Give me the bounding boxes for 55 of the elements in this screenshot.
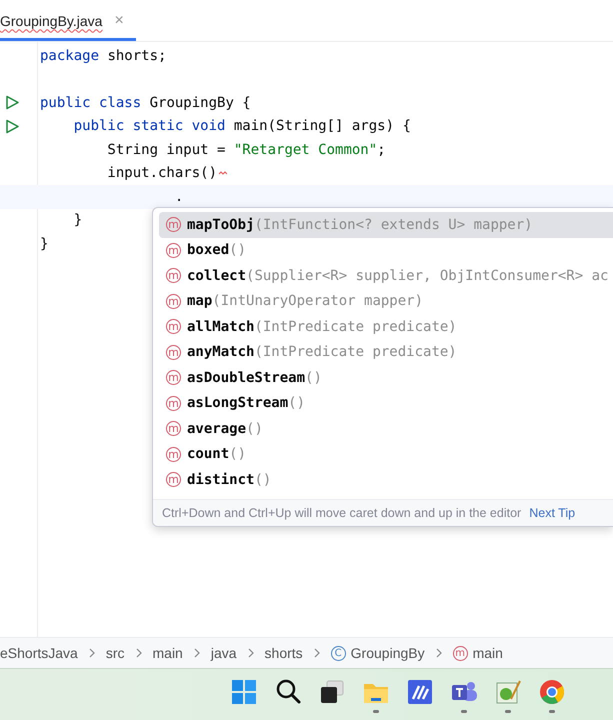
completion-item[interactable]: m mapToObj(IntFunction<? extends U> mapper) <box>159 212 613 238</box>
code-line: String input = "Retarget Common"; <box>106 142 386 158</box>
method-icon: m <box>166 294 181 309</box>
chevron-icon <box>136 648 142 658</box>
method-icon: m <box>452 646 468 660</box>
method-icon: m <box>166 472 181 488</box>
breadcrumb-item[interactable]: main <box>152 645 183 661</box>
breadcrumb-item[interactable]: shorts <box>264 645 303 661</box>
completion-item[interactable]: m asLongStream() <box>159 390 613 416</box>
method-icon: m <box>166 344 181 360</box>
breadcrumb-item[interactable]: eShortsJava <box>0 645 78 661</box>
method-icon: m <box>166 421 181 436</box>
code-line: input.chars() <box>106 165 218 182</box>
code-line: package shorts; <box>39 48 166 64</box>
chevron-icon <box>194 648 200 658</box>
run-icon[interactable] <box>5 118 20 134</box>
code-line: } <box>72 212 82 228</box>
completion-item[interactable]: m allMatch(IntPredicate predicate) <box>159 314 613 340</box>
completion-item[interactable]: m distinct() <box>159 467 613 492</box>
method-icon: m <box>166 370 181 386</box>
file-tab[interactable]: GroupingBy.java × <box>0 0 136 41</box>
chevron-icon <box>88 648 95 658</box>
completion-item[interactable]: m count() <box>159 442 613 467</box>
hint-text: Ctrl+Down and Ctrl+Up will move caret down and up in the editor <box>162 506 522 520</box>
running-indicator <box>505 710 511 712</box>
chevron-icon <box>248 648 254 658</box>
breadcrumb-item[interactable]: java <box>210 645 237 661</box>
class-icon: C <box>330 646 346 660</box>
method-icon: m <box>166 396 181 411</box>
completion-item[interactable]: m map(IntUnaryOperator mapper) <box>159 288 613 314</box>
run-icon[interactable] <box>5 95 20 110</box>
completion-item[interactable]: m collect(Supplier<R> supplier, ObjIntConsumer<R> ac <box>159 263 613 288</box>
breadcrumb-item[interactable]: src <box>106 645 124 661</box>
method-icon: m <box>166 268 181 284</box>
method-icon: m <box>166 446 181 462</box>
code-line: public class GroupingBy { <box>39 94 251 111</box>
running-indicator <box>549 710 555 712</box>
method-icon: m <box>166 242 181 258</box>
chevron-icon <box>314 648 320 658</box>
running-indicator <box>373 710 379 712</box>
error-squiggle-icon <box>219 171 228 176</box>
code-line: public static void main(String[] args) { <box>72 118 411 134</box>
chevron-icon <box>436 648 442 658</box>
next-tip-link[interactable]: Next Tip <box>529 506 576 520</box>
code-line: } <box>39 236 48 252</box>
breadcrumb-item[interactable]: m main <box>452 645 503 661</box>
running-indicator <box>461 710 467 712</box>
code-line: . <box>174 188 184 205</box>
completion-item[interactable]: m asDoubleStream() <box>159 365 613 390</box>
completion-item[interactable]: m average() <box>159 416 613 442</box>
method-icon: m <box>166 319 181 334</box>
breadcrumb-item[interactable]: C GroupingBy <box>330 645 425 661</box>
method-icon: m <box>166 217 181 232</box>
completion-item[interactable]: m boxed() <box>159 238 613 263</box>
completion-item[interactable]: m anyMatch(IntPredicate predicate) <box>159 340 613 365</box>
